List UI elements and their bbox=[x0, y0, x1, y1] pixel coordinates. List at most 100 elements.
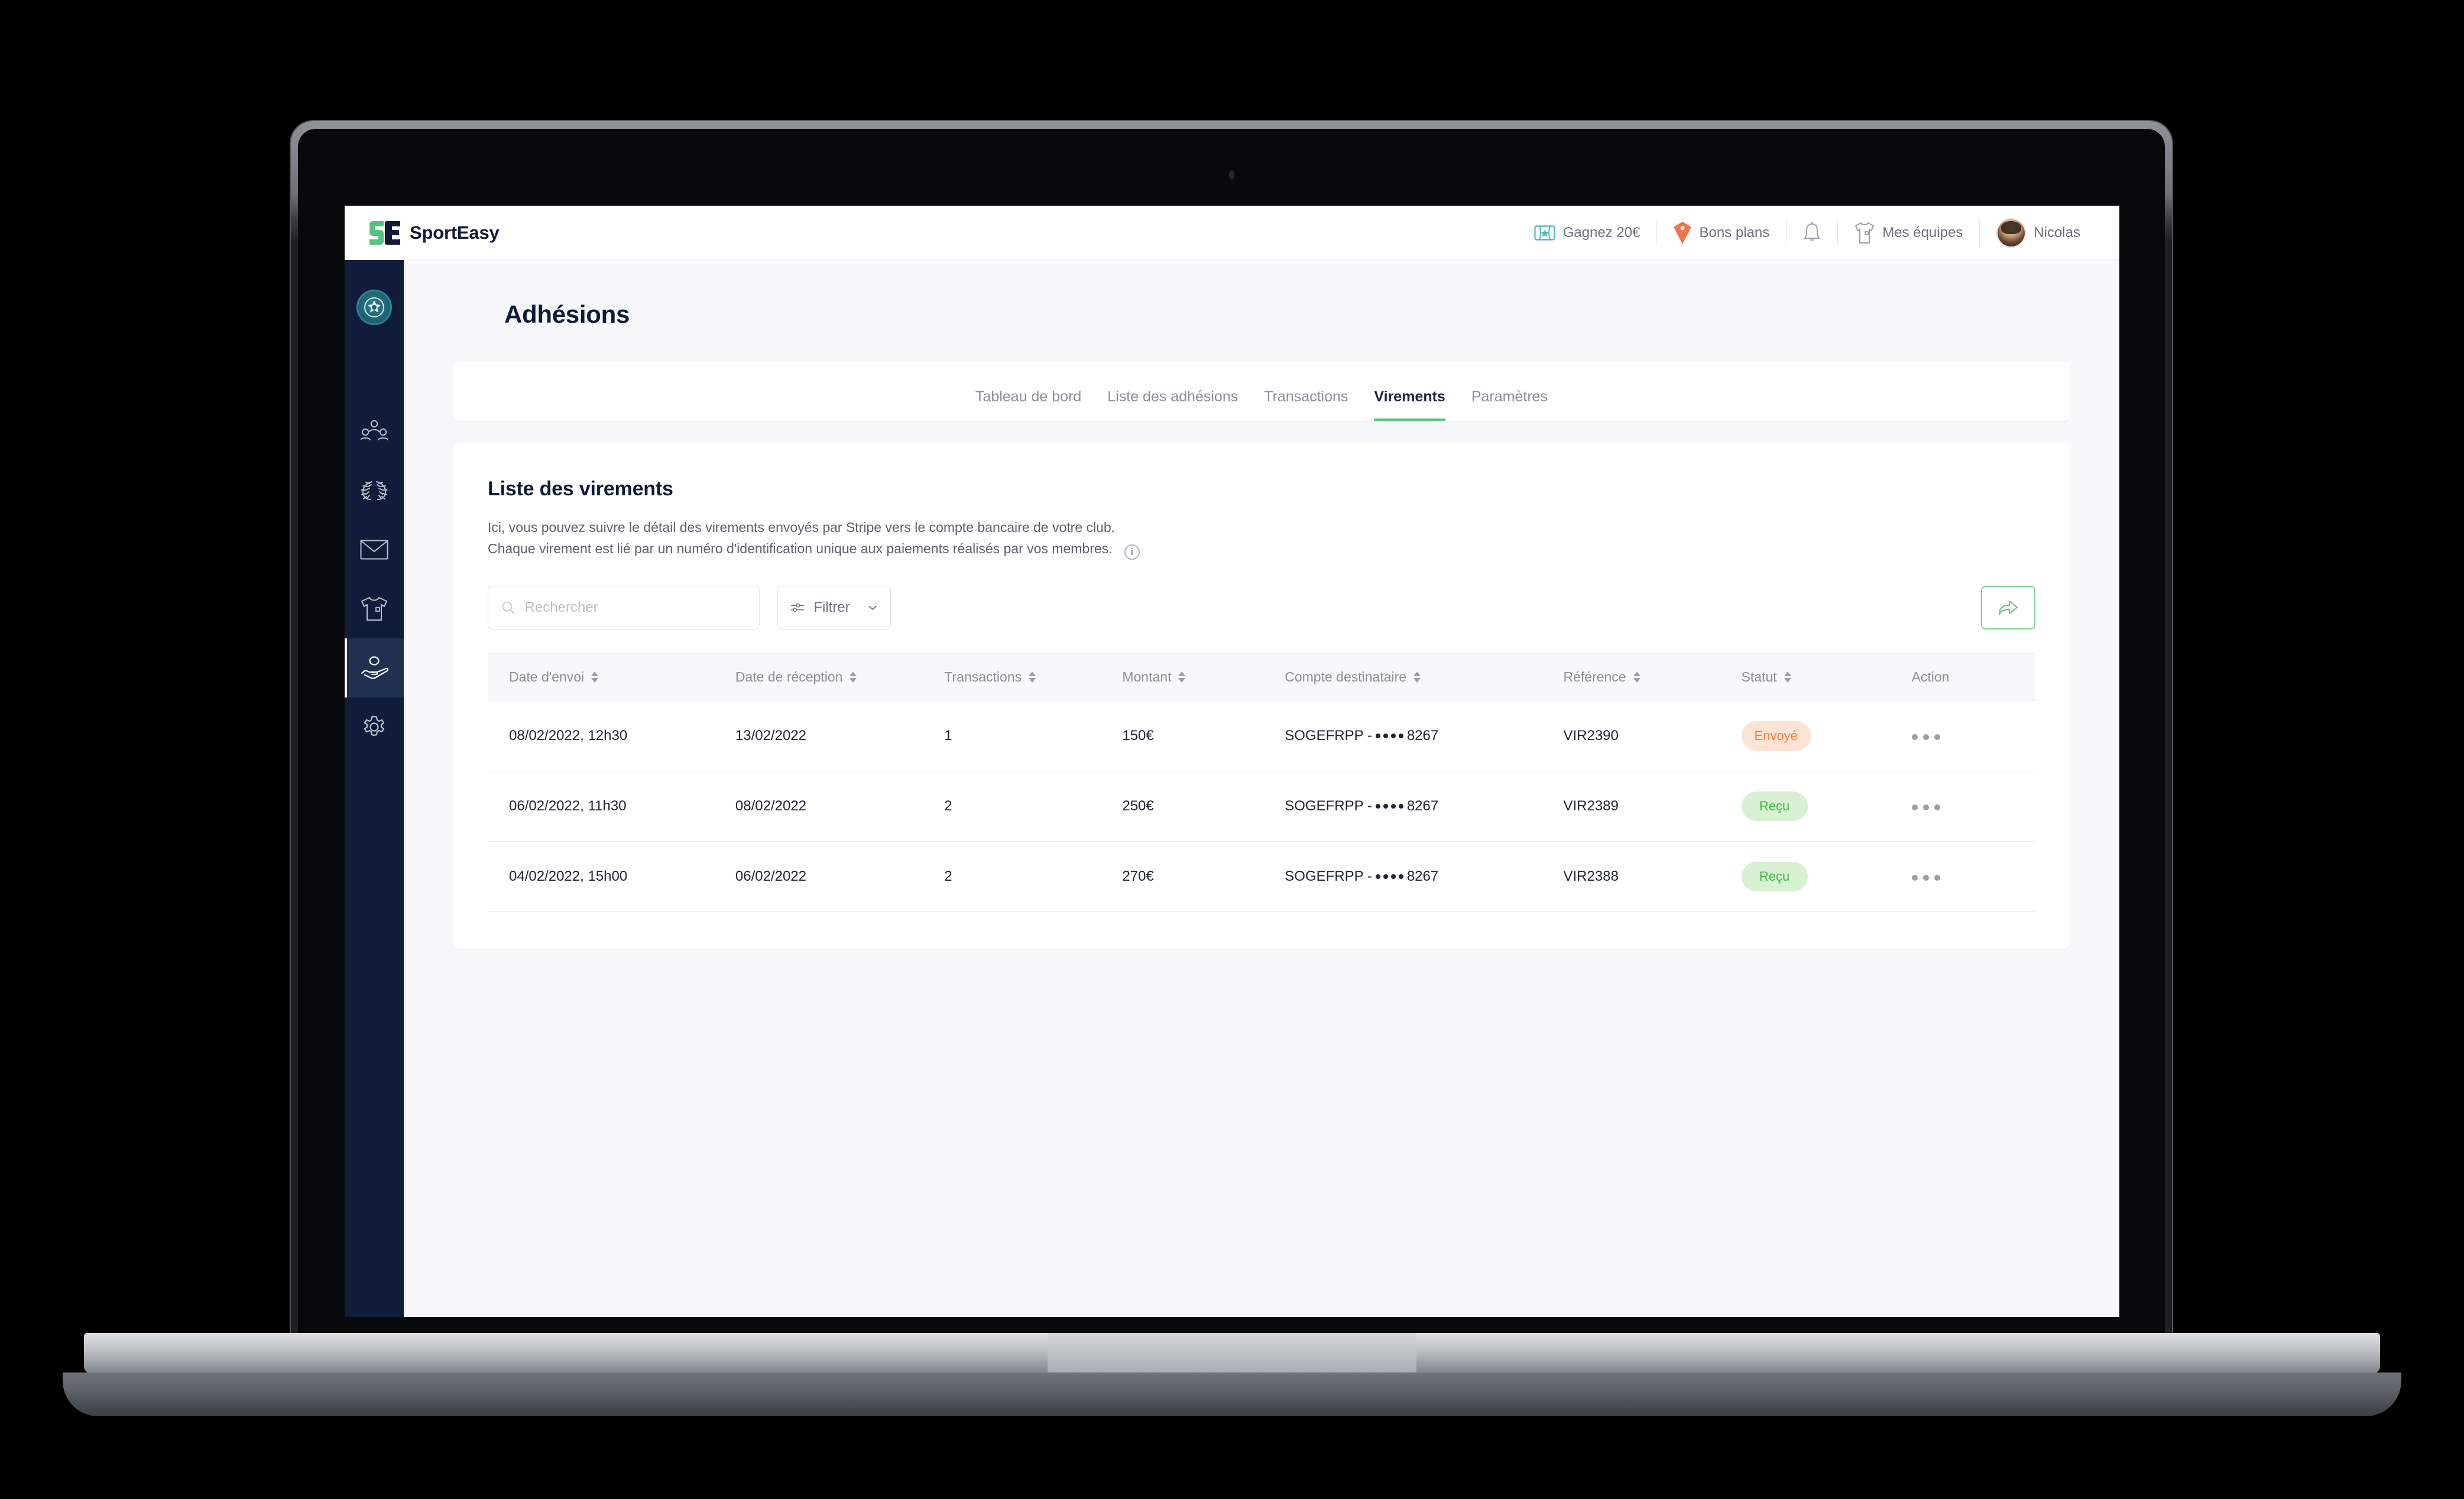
table-toolbar: Filtrer bbox=[488, 585, 2035, 630]
col-label: Date d'envoi bbox=[509, 669, 585, 684]
masked-digits-icon bbox=[1375, 803, 1403, 809]
card-description-line-2-wrap: Chaque virement est lié par un numéro d'… bbox=[488, 538, 2035, 560]
page-content: Adhésions Tableau de bord Liste des adhé… bbox=[404, 260, 2119, 1317]
row-actions-menu-icon[interactable] bbox=[1911, 804, 1940, 810]
masked-digits-icon bbox=[1375, 733, 1403, 738]
share-arrow-icon bbox=[1998, 600, 2018, 615]
cell-compte-destinataire: SOGEFRPP - 8267 bbox=[1285, 841, 1564, 912]
table-header-row: Date d'envoi Date de réception Transacti… bbox=[488, 653, 2035, 701]
col-date-envoi[interactable]: Date d'envoi bbox=[488, 653, 735, 701]
sidebar-item-messages[interactable] bbox=[345, 520, 404, 579]
tshirt-icon bbox=[1855, 222, 1875, 244]
status-badge: Envoyé bbox=[1741, 721, 1811, 751]
masked-digits-icon bbox=[1375, 874, 1403, 879]
cell-montant: 150€ bbox=[1122, 700, 1285, 771]
card-title: Liste des virements bbox=[488, 478, 673, 500]
brand-name: SportEasy bbox=[410, 222, 500, 243]
header-item-notifications[interactable] bbox=[1787, 219, 1837, 247]
table-row[interactable]: 06/02/2022, 11h30 08/02/2022 2 250€ SOGE… bbox=[488, 771, 2035, 842]
export-button[interactable] bbox=[1981, 585, 2035, 630]
col-statut[interactable]: Statut bbox=[1741, 653, 1912, 701]
cell-compte-destinataire: SOGEFRPP - 8267 bbox=[1285, 771, 1564, 842]
filter-sliders-icon bbox=[791, 603, 805, 612]
table-row[interactable]: 04/02/2022, 15h00 06/02/2022 2 270€ SOGE… bbox=[488, 841, 2035, 912]
page-title: Adhésions bbox=[504, 300, 630, 328]
sort-icon[interactable] bbox=[591, 671, 599, 683]
compte-prefix: SOGEFRPP - bbox=[1285, 727, 1372, 744]
cell-date-envoi: 06/02/2022, 11h30 bbox=[488, 771, 735, 842]
col-label: Référence bbox=[1563, 669, 1626, 684]
col-label: Date de réception bbox=[735, 669, 843, 684]
cell-transactions: 1 bbox=[944, 700, 1123, 771]
col-label: Montant bbox=[1122, 669, 1172, 684]
search-input[interactable] bbox=[524, 599, 746, 616]
sort-icon[interactable] bbox=[1413, 671, 1421, 683]
table-body: 08/02/2022, 12h30 13/02/2022 1 150€ SOGE… bbox=[488, 700, 2035, 912]
card-description: Ici, vous pouvez suivre le détail des vi… bbox=[488, 517, 2035, 560]
col-date-reception[interactable]: Date de réception bbox=[735, 653, 945, 701]
sporteasy-logo-icon bbox=[369, 220, 400, 245]
tab-parametres[interactable]: Paramètres bbox=[1471, 388, 1548, 421]
header-item-label: Nicolas bbox=[2034, 224, 2080, 241]
virements-card: Liste des virements Ici, vous pouvez sui… bbox=[453, 443, 2070, 949]
cell-date-envoi: 08/02/2022, 12h30 bbox=[488, 700, 735, 771]
info-icon[interactable]: i bbox=[1124, 544, 1140, 560]
row-actions-menu-icon[interactable] bbox=[1911, 734, 1940, 740]
table-header: Date d'envoi Date de réception Transacti… bbox=[488, 653, 2035, 701]
sidebar-item-competitions[interactable] bbox=[345, 461, 404, 520]
avatar bbox=[1996, 218, 2027, 248]
header-item-label: Mes équipes bbox=[1882, 224, 1963, 241]
tab-liste-des-adhesions[interactable]: Liste des adhésions bbox=[1107, 388, 1238, 421]
header-item-user[interactable]: Nicolas bbox=[1980, 218, 2097, 248]
app-header: SportEasy Gagnez 20€ Bons plans Mes équi… bbox=[345, 206, 2119, 260]
club-crest-icon[interactable] bbox=[356, 290, 392, 325]
col-compte-destinataire[interactable]: Compte destinataire bbox=[1285, 653, 1564, 701]
status-badge: Reçu bbox=[1741, 791, 1808, 821]
sort-icon[interactable] bbox=[1029, 671, 1036, 683]
col-reference[interactable]: Référence bbox=[1563, 653, 1742, 701]
table-row[interactable]: 08/02/2022, 12h30 13/02/2022 1 150€ SOGE… bbox=[488, 700, 2035, 771]
sort-icon[interactable] bbox=[850, 671, 857, 683]
cell-date-reception: 13/02/2022 bbox=[735, 700, 945, 771]
search-box[interactable] bbox=[488, 585, 760, 630]
col-transactions[interactable]: Transactions bbox=[944, 653, 1123, 701]
filter-button[interactable]: Filtrer bbox=[777, 585, 891, 630]
row-actions-menu-icon[interactable] bbox=[1911, 874, 1940, 881]
club-star-icon bbox=[364, 297, 384, 317]
cell-transactions: 2 bbox=[944, 841, 1123, 912]
ticket-icon bbox=[1534, 225, 1555, 241]
sort-icon[interactable] bbox=[1633, 671, 1640, 683]
sidebar-item-memberships[interactable] bbox=[345, 638, 404, 697]
sidebar-item-settings[interactable] bbox=[345, 697, 404, 757]
chevron-down-icon bbox=[868, 605, 877, 610]
tab-tableau-de-bord[interactable]: Tableau de bord bbox=[975, 388, 1081, 421]
sidebar bbox=[345, 260, 404, 1317]
cell-montant: 270€ bbox=[1122, 841, 1285, 912]
header-item-mes-equipes[interactable]: Mes équipes bbox=[1838, 219, 1979, 247]
compte-suffix: 8267 bbox=[1406, 797, 1439, 814]
card-description-line-2: Chaque virement est lié par un numéro d'… bbox=[488, 540, 1113, 556]
webcam-icon bbox=[1229, 170, 1234, 180]
header-item-label: Gagnez 20€ bbox=[1562, 224, 1640, 241]
header-item-gagnez[interactable]: Gagnez 20€ bbox=[1518, 219, 1657, 247]
sort-icon[interactable] bbox=[1178, 671, 1186, 683]
compte-prefix: SOGEFRPP - bbox=[1285, 868, 1372, 884]
header-item-label: Bons plans bbox=[1699, 224, 1770, 241]
tab-transactions[interactable]: Transactions bbox=[1264, 388, 1348, 421]
tab-virements[interactable]: Virements bbox=[1374, 388, 1445, 421]
compte-suffix: 8267 bbox=[1406, 868, 1439, 884]
sidebar-item-equipment[interactable] bbox=[345, 579, 404, 638]
col-montant[interactable]: Montant bbox=[1122, 653, 1285, 701]
cell-date-envoi: 04/02/2022, 15h00 bbox=[488, 841, 735, 912]
members-icon bbox=[361, 420, 388, 440]
header-item-bons-plans[interactable]: Bons plans bbox=[1657, 219, 1786, 247]
search-icon bbox=[502, 601, 515, 614]
brand-logo[interactable]: SportEasy bbox=[368, 220, 500, 245]
laurel-wreath-icon bbox=[361, 481, 388, 500]
sort-icon[interactable] bbox=[1784, 671, 1791, 683]
cell-reference: VIR2388 bbox=[1563, 841, 1742, 912]
cell-statut: Reçu bbox=[1741, 841, 1912, 912]
col-action: Action bbox=[1911, 653, 2035, 701]
sidebar-item-members[interactable] bbox=[345, 402, 404, 461]
col-label: Action bbox=[1911, 669, 1950, 684]
